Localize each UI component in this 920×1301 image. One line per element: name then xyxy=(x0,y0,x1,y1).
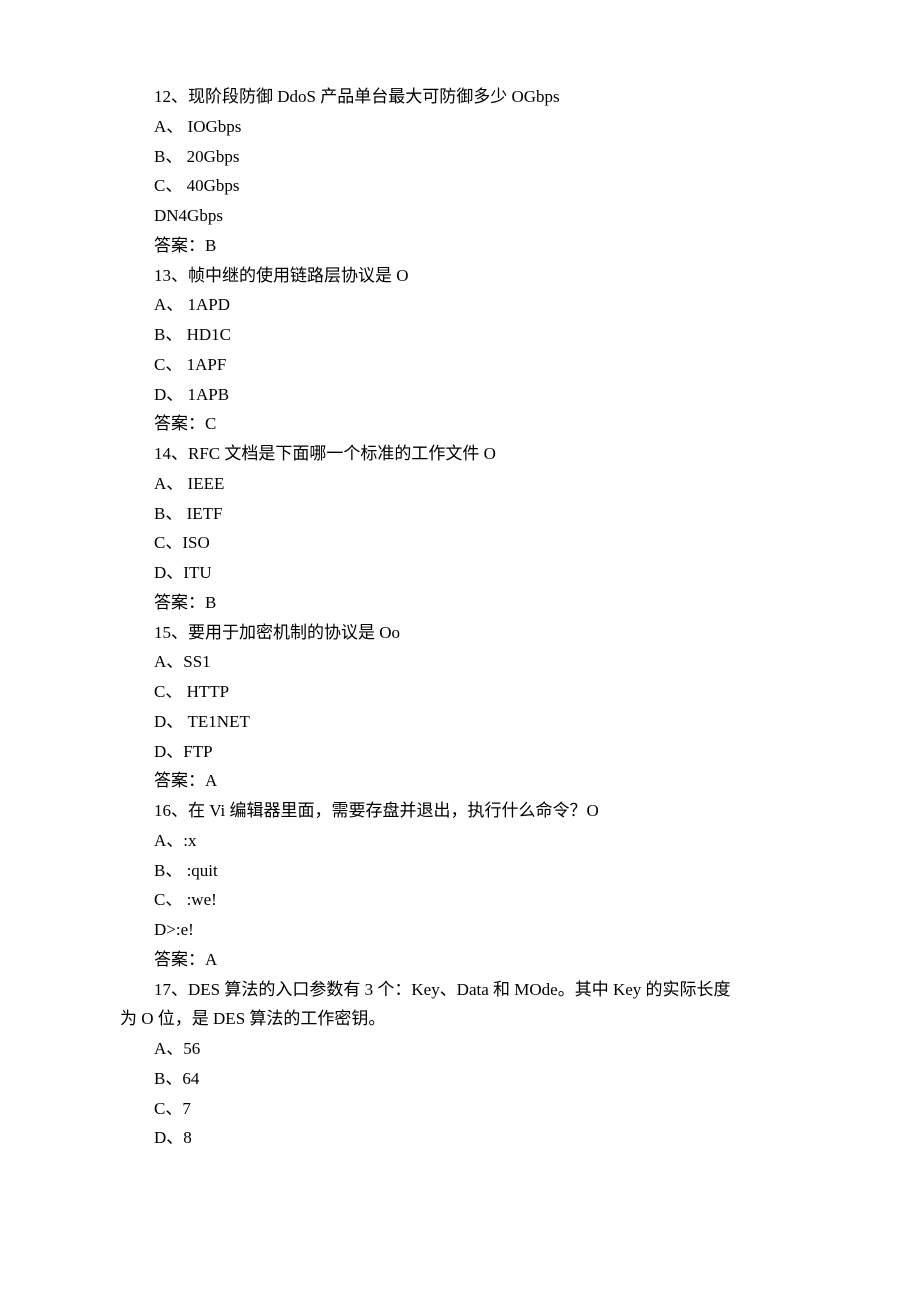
text-line: 12、现阶段防御 DdoS 产品单台最大可防御多少 OGbps xyxy=(120,82,800,112)
text-line: D、 TE1NET xyxy=(120,707,800,737)
text-line: D、8 xyxy=(120,1123,800,1153)
answer-line: 答案：B xyxy=(120,588,800,618)
text-line-wrap: 为 O 位，是 DES 算法的工作密钥。 xyxy=(120,1004,800,1034)
text-line: D>:e! xyxy=(120,915,800,945)
answer-line: 答案：A xyxy=(120,945,800,975)
text-line: 15、要用于加密机制的协议是 Oo xyxy=(120,618,800,648)
text-line: A、56 xyxy=(120,1034,800,1064)
text-line: C、ISO xyxy=(120,528,800,558)
text-line: B、 HD1C xyxy=(120,320,800,350)
text-line: A、 IEEE xyxy=(120,469,800,499)
text-line: B、64 xyxy=(120,1064,800,1094)
text-line: B、 :quit xyxy=(120,856,800,886)
text-line: C、 1APF xyxy=(120,350,800,380)
text-line: C、 HTTP xyxy=(120,677,800,707)
text-line: 17、DES 算法的入口参数有 3 个：Key、Data 和 MOde。其中 K… xyxy=(120,975,800,1005)
text-line: A、 1APD xyxy=(120,290,800,320)
text-line: C、7 xyxy=(120,1094,800,1124)
text-line: 16、在 Vi 编辑器里面，需要存盘并退出，执行什么命令？O xyxy=(120,796,800,826)
text-line: B、 20Gbps xyxy=(120,142,800,172)
text-line: 14、RFC 文档是下面哪一个标准的工作文件 O xyxy=(120,439,800,469)
text-line: A、SS1 xyxy=(120,647,800,677)
text-line: DN4Gbps xyxy=(120,201,800,231)
text-line: B、 IETF xyxy=(120,499,800,529)
text-line: 13、帧中继的使用链路层协议是 O xyxy=(120,261,800,291)
document-page: 12、现阶段防御 DdoS 产品单台最大可防御多少 OGbps A、 IOGbp… xyxy=(0,0,920,1301)
text-line: C、 40Gbps xyxy=(120,171,800,201)
text-line: D、FTP xyxy=(120,737,800,767)
answer-line: 答案：A xyxy=(120,766,800,796)
text-line: A、 IOGbps xyxy=(120,112,800,142)
answer-line: 答案：C xyxy=(120,409,800,439)
answer-line: 答案：B xyxy=(120,231,800,261)
text-line: D、 1APB xyxy=(120,380,800,410)
text-line: A、:x xyxy=(120,826,800,856)
text-line: D、ITU xyxy=(120,558,800,588)
text-line: C、 :we! xyxy=(120,885,800,915)
